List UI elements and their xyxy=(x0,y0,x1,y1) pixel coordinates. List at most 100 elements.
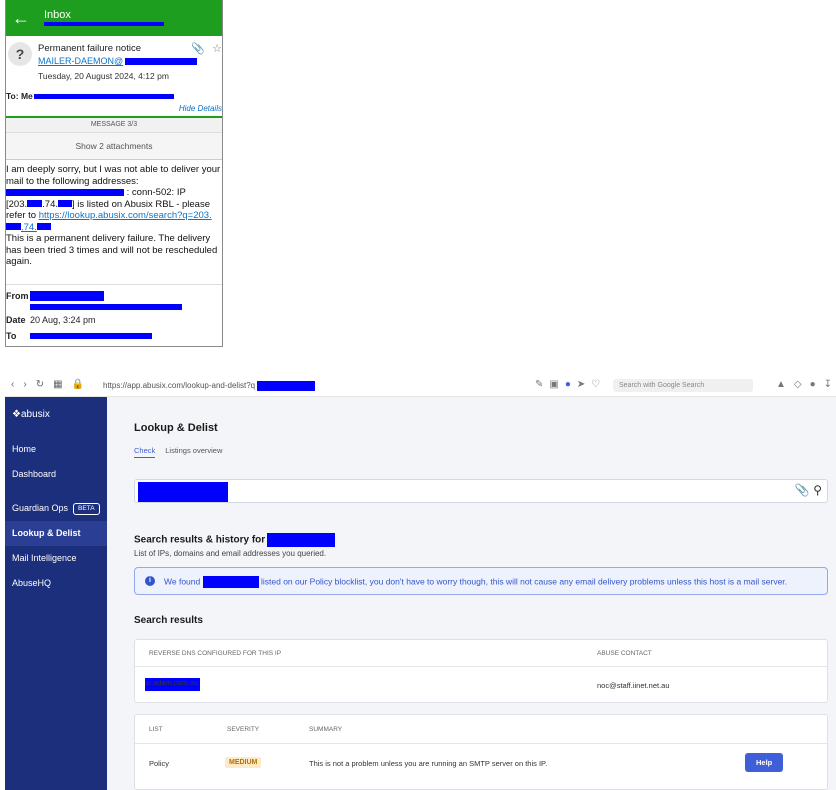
abusix-logo[interactable]: ❖abusix xyxy=(5,397,107,437)
redacted-ip-part xyxy=(58,200,72,208)
heart-icon[interactable]: ♡ xyxy=(591,379,600,390)
redacted-from xyxy=(30,291,104,302)
show-attachments-button[interactable]: Show 2 attachments xyxy=(6,133,222,160)
results-title: Search results xyxy=(134,615,203,626)
lookup-link-text[interactable]: https://lookup.abusix.com/search?q=203. xyxy=(39,210,212,221)
message-date: Tuesday, 20 August 2024, 4:12 pm xyxy=(38,71,169,81)
recipient-row: To: Me Hide Details xyxy=(6,86,222,118)
lock-icon: 🔒 xyxy=(71,379,84,390)
extension-icon[interactable]: ▲ xyxy=(776,379,786,390)
sidebar-item-guardian-ops[interactable]: Guardian Ops BETA xyxy=(5,496,107,521)
tab-check[interactable]: Check xyxy=(134,446,156,458)
redacted-address xyxy=(6,188,124,196)
reload-icon[interactable]: ↻ xyxy=(36,379,44,390)
arrow-left-icon[interactable]: ← xyxy=(12,8,30,29)
hide-details-link[interactable]: Hide Details xyxy=(179,104,222,113)
dns-suffix: ip.adam.com.au xyxy=(145,678,199,687)
table-row: ip.adam.com.au noc@staff.iinet.net.au xyxy=(135,667,827,703)
redacted-host xyxy=(202,576,259,588)
column-header: SUMMARY xyxy=(309,726,343,733)
lookup-search-input[interactable]: 📎 ⚲ xyxy=(134,479,828,503)
forward-icon[interactable]: › xyxy=(23,379,26,390)
meta-date-row: Date 20 Aug, 3:24 pm xyxy=(6,315,222,331)
sidebar-item-lookup-delist[interactable]: Lookup & Delist xyxy=(5,521,107,546)
abuse-contact: noc@staff.iinet.net.au xyxy=(597,681,670,690)
email-meta: From Date 20 Aug, 3:24 pm To xyxy=(6,283,222,347)
to-label: To: Me xyxy=(6,91,33,101)
info-alert: i We found listed on our Policy blocklis… xyxy=(134,567,828,595)
grid-icon[interactable]: ▦ xyxy=(53,379,62,390)
lookup-link-mid[interactable]: .74. xyxy=(21,222,37,233)
table-row: Policy MEDIUM This is not a problem unle… xyxy=(135,744,827,790)
redacted-account xyxy=(44,22,164,26)
address-bar[interactable]: https://app.abusix.com/lookup-and-delist… xyxy=(103,381,316,391)
abusix-app: ❖abusix Home Dashboard Guardian Ops BETA … xyxy=(5,397,836,790)
body-intro: I am deeply sorry, but I was not able to… xyxy=(6,164,221,187)
column-header: ABUSE CONTACT xyxy=(597,650,652,657)
attachment-icon[interactable]: 📎 xyxy=(795,483,810,497)
nav-controls: ‹ › ↻ ▦ 🔒 xyxy=(11,379,93,390)
alert-before: We found xyxy=(164,576,201,587)
profile-icon[interactable]: ● xyxy=(810,379,816,390)
alert-text: We found listed on our Policy blocklist,… xyxy=(164,576,787,588)
toolbar-right: ▲ ◇ ● ↧ xyxy=(768,379,832,390)
message-subject: Permanent failure notice xyxy=(38,43,141,54)
redacted-query xyxy=(257,381,316,391)
column-header: REVERSE DNS CONFIGURED FOR THIS IP xyxy=(149,650,282,657)
edit-icon[interactable]: ✎ xyxy=(535,379,543,390)
cube-icon[interactable]: ◇ xyxy=(794,379,802,390)
camera-icon[interactable]: ▣ xyxy=(549,379,558,390)
search-actions: 📎 ⚲ xyxy=(795,483,822,497)
date-label: Date xyxy=(6,314,26,325)
tab-listings-overview[interactable]: Listings overview xyxy=(165,446,222,457)
main-content: Lookup & Delist Check Listings overview 📎… xyxy=(107,397,836,790)
alert-after: listed on our Policy blocklist, you don'… xyxy=(260,576,788,587)
sidebar-item-abusehq[interactable]: AbuseHQ xyxy=(5,571,107,596)
email-panel: ← Inbox ? Permanent failure notice MAILE… xyxy=(5,0,223,347)
attachment-icon: 📎 xyxy=(191,43,206,55)
table-header: LIST SEVERITY SUMMARY xyxy=(135,715,827,744)
help-button[interactable]: Help xyxy=(745,753,784,772)
redacted-recipient xyxy=(34,94,174,99)
email-header: ← Inbox xyxy=(6,0,222,36)
sidebar-item-mail-intelligence[interactable]: Mail Intelligence xyxy=(5,546,107,571)
info-icon: i xyxy=(145,576,155,586)
list-name: Policy xyxy=(149,759,170,768)
sidebar-item-home[interactable]: Home xyxy=(5,437,107,462)
beta-badge: BETA xyxy=(73,502,100,515)
redacted-to-address xyxy=(30,333,152,340)
redacted-domain xyxy=(125,58,198,66)
history-title-text: Search results & history for xyxy=(134,534,266,546)
body-ip-line: [203. .74.] is listed on Abusix RBL - ple… xyxy=(6,199,222,234)
message-sender[interactable]: MAILER-DAEMON@ xyxy=(38,56,198,66)
google-search-input[interactable]: Search with Google Search xyxy=(613,379,753,392)
url-text[interactable]: https://app.abusix.com/lookup-and-delist… xyxy=(103,381,255,390)
column-header: LIST xyxy=(149,726,163,733)
redacted-query xyxy=(267,533,336,547)
sidebar-item-dashboard[interactable]: Dashboard xyxy=(5,462,107,487)
sidebar: ❖abusix Home Dashboard Guardian Ops BETA … xyxy=(5,397,107,790)
history-title: Search results & history for xyxy=(134,533,336,547)
logo-text: abusix xyxy=(20,409,50,420)
lookup-link[interactable]: https://lookup.abusix.com/search?q=203..… xyxy=(6,210,212,233)
download-icon[interactable]: ↧ xyxy=(824,379,832,390)
message-actions: 📎 ☆ xyxy=(184,42,222,55)
sidebar-item-label: Guardian Ops xyxy=(12,503,69,513)
tab-bar: Check Listings overview xyxy=(134,446,232,458)
search-icon[interactable]: ⚲ xyxy=(813,483,822,497)
back-icon[interactable]: ‹ xyxy=(11,379,14,390)
sender-text[interactable]: MAILER-DAEMON@ xyxy=(38,56,123,66)
shield-icon[interactable]: ● xyxy=(565,379,571,390)
send-icon[interactable]: ➤ xyxy=(577,379,585,390)
history-subtitle: List of IPs, domains and email addresses… xyxy=(134,549,327,558)
logo-icon: ❖ xyxy=(12,409,21,420)
redacted-ip-part xyxy=(27,200,43,208)
page-title: Lookup & Delist xyxy=(134,422,218,434)
ip-prefix: [203. xyxy=(6,198,28,210)
star-icon[interactable]: ☆ xyxy=(212,43,222,55)
toolbar-extensions: ✎ ▣ ● ➤ ♡ xyxy=(535,379,606,390)
listing-table: LIST SEVERITY SUMMARY Policy MEDIUM This… xyxy=(134,714,828,790)
redacted-ip-part xyxy=(6,223,21,231)
redacted-ip-part xyxy=(36,223,51,231)
browser-toolbar: ‹ › ↻ ▦ 🔒 https://app.abusix.com/lookup-and-… xyxy=(5,376,836,397)
